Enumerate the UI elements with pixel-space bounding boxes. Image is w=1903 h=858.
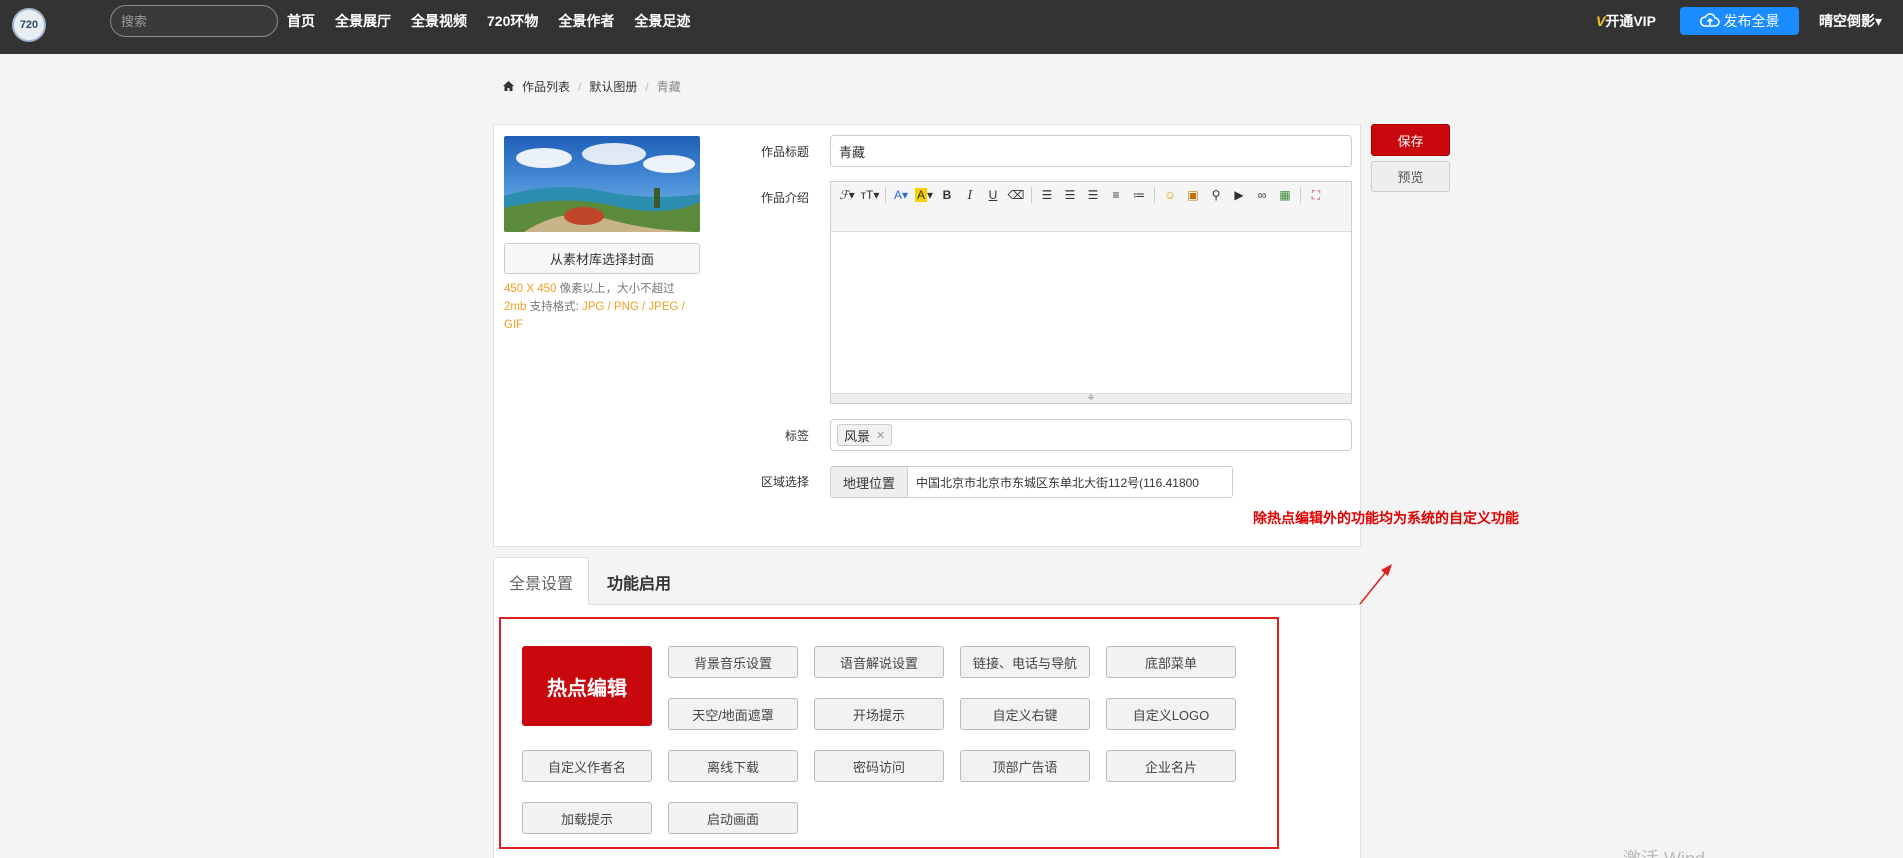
cover-tip-mb: 2mb [504, 301, 527, 313]
save-button[interactable]: 保存 [1371, 124, 1450, 156]
intro-label: 作品介绍 [761, 191, 810, 205]
cover-tip-text: 支持格式: [526, 301, 582, 313]
nav-link-video[interactable]: 全景视频 [411, 11, 467, 31]
region-label: 区域选择 [761, 475, 810, 489]
top-ad-slogan-button[interactable]: 顶部广告语 [960, 750, 1090, 782]
site-logo[interactable]: 720 [12, 8, 46, 42]
opening-tip-button[interactable]: 开场提示 [814, 698, 944, 730]
custom-logo-button[interactable]: 自定义LOGO [1106, 698, 1236, 730]
eraser-icon[interactable]: ⌫ [1006, 185, 1026, 205]
breadcrumb-album[interactable]: 默认图册 [589, 78, 637, 95]
align-center-icon[interactable]: ☰ [1060, 185, 1080, 205]
fullscreen-icon[interactable]: ⛶ [1306, 185, 1326, 205]
cover-tip-text: 像素以上，大小不超过 [556, 283, 675, 295]
link-icon[interactable]: ∞ [1252, 185, 1272, 205]
toolbar-divider [1154, 187, 1155, 203]
nav-link-objects[interactable]: 720环物 [487, 11, 538, 31]
vip-label: 开通VIP [1605, 13, 1656, 29]
underline-icon[interactable]: U [983, 185, 1003, 205]
work-edit-panel: 从素材库选择封面 450 X 450 像素以上，大小不超过 2mb 支持格式: J… [493, 124, 1361, 547]
preview-button[interactable]: 预览 [1371, 161, 1450, 192]
breadcrumb-separator: / [645, 79, 649, 94]
italic-icon[interactable]: I [960, 185, 980, 205]
tab-panorama-settings[interactable]: 全景设置 [493, 557, 590, 606]
bottom-menu-button[interactable]: 底部菜单 [1106, 646, 1236, 678]
breadcrumb: 作品列表 / 默认图册 / 青藏 [503, 78, 681, 95]
nav-link-exhibition[interactable]: 全景展厅 [335, 11, 391, 31]
vip-icon: V [1596, 13, 1606, 29]
ordered-list-icon[interactable]: ≡ [1106, 185, 1126, 205]
geo-location-button[interactable]: 地理位置 [831, 467, 909, 497]
nav-link-home[interactable]: 首页 [287, 11, 315, 31]
editor-toolbar: ℱ▾ ᴛT▾ A▾ A ▾ B I U ⌫ ☰ ☰ ☰ ≡ ≔ ☺ ▣ ⚲ ▶ ∞… [831, 182, 1351, 232]
breadcrumb-separator: / [578, 79, 582, 94]
attachment-icon[interactable]: ⚲ [1206, 185, 1226, 205]
publish-label: 发布全景 [1723, 13, 1780, 29]
main-nav: 首页 全景展厅 全景视频 720环物 全景作者 全景足迹 [287, 11, 690, 31]
home-icon [503, 80, 514, 94]
activation-watermark: 激活 Wind [1623, 845, 1705, 858]
region-field[interactable]: 地理位置 中国北京市北京市东城区东单北大街112号(116.41800 [830, 466, 1234, 498]
user-menu[interactable]: 晴空倒影▾ [1819, 11, 1882, 31]
password-access-button[interactable]: 密码访问 [814, 750, 944, 782]
title-label: 作品标题 [761, 145, 810, 159]
business-card-button[interactable]: 企业名片 [1106, 750, 1236, 782]
unordered-list-icon[interactable]: ≔ [1129, 185, 1149, 205]
tags-label: 标签 [785, 429, 810, 443]
breadcrumb-current: 青藏 [656, 80, 681, 94]
font-color-icon[interactable]: A▾ [891, 185, 911, 205]
nav-link-authors[interactable]: 全景作者 [558, 11, 614, 31]
video-icon[interactable]: ▶ [1229, 185, 1249, 205]
loading-tip-button[interactable]: 加载提示 [522, 802, 652, 834]
custom-author-name-button[interactable]: 自定义作者名 [522, 750, 652, 782]
custom-right-click-button[interactable]: 自定义右键 [960, 698, 1090, 730]
title-input[interactable]: 青藏 [830, 135, 1352, 167]
toolbar-divider [1031, 187, 1032, 203]
insert-image-icon[interactable]: ▣ [1183, 185, 1203, 205]
hotspot-edit-button[interactable]: 热点编辑 [522, 646, 652, 726]
nav-link-footprints[interactable]: 全景足迹 [634, 11, 690, 31]
remove-tag-icon[interactable]: ✕ [876, 429, 885, 442]
splash-screen-button[interactable]: 启动画面 [668, 802, 798, 834]
align-right-icon[interactable]: ☰ [1083, 185, 1103, 205]
region-value[interactable]: 中国北京市北京市东城区东单北大街112号(116.41800 [908, 467, 1232, 497]
emoji-icon[interactable]: ☺ [1160, 185, 1180, 205]
font-size-icon[interactable]: ᴛT▾ [860, 185, 880, 205]
tag-chip: 风景 ✕ [837, 424, 893, 446]
intro-rich-editor[interactable]: ℱ▾ ᴛT▾ A▾ A ▾ B I U ⌫ ☰ ☰ ☰ ≡ ≔ ☺ ▣ ⚲ ▶ ∞… [830, 181, 1352, 404]
top-navbar: 720 首页 全景展厅 全景视频 720环物 全景作者 全景足迹 V开通VIP … [0, 0, 1903, 54]
font-family-icon[interactable]: ℱ▾ [837, 185, 857, 205]
bold-icon[interactable]: B [937, 185, 957, 205]
annotation-text: 除热点编辑外的功能均为系统的自定义功能 [1253, 511, 1519, 527]
sky-ground-mask-button[interactable]: 天空/地面遮罩 [668, 698, 798, 730]
tags-input[interactable]: 风景 ✕ [830, 419, 1352, 451]
search-input[interactable] [110, 5, 278, 37]
cover-tip: 450 X 450 像素以上，大小不超过 2mb 支持格式: JPG / PNG … [504, 280, 704, 334]
voice-narration-settings-button[interactable]: 语音解说设置 [814, 646, 944, 678]
tag-chip-label: 风景 [844, 428, 871, 444]
bg-music-settings-button[interactable]: 背景音乐设置 [668, 646, 798, 678]
link-phone-nav-button[interactable]: 链接、电话与导航 [960, 646, 1090, 678]
cloud-upload-icon [1699, 12, 1720, 31]
caret-down-icon: ▾ [1875, 13, 1883, 29]
cover-tip-size: 450 X 450 [504, 283, 557, 295]
select-cover-button[interactable]: 从素材库选择封面 [504, 243, 700, 274]
tab-feature-enable[interactable]: 功能启用 [592, 557, 686, 606]
publish-button[interactable]: 发布全景 [1680, 7, 1799, 35]
settings-tabs: 全景设置 功能启用 [493, 557, 1361, 606]
editor-resize-handle[interactable]: ⁜ [831, 393, 1351, 403]
toolbar-divider [885, 187, 886, 203]
user-name: 晴空倒影 [1819, 13, 1875, 29]
cover-image [504, 136, 700, 232]
toolbar-divider [1300, 187, 1301, 203]
vip-link[interactable]: V开通VIP [1596, 11, 1656, 31]
highlight-color-icon[interactable]: A ▾ [914, 185, 934, 205]
align-left-icon[interactable]: ☰ [1037, 185, 1057, 205]
breadcrumb-works[interactable]: 作品列表 [522, 78, 570, 95]
picture-icon[interactable]: ▦ [1275, 185, 1295, 205]
offline-download-button[interactable]: 离线下载 [668, 750, 798, 782]
